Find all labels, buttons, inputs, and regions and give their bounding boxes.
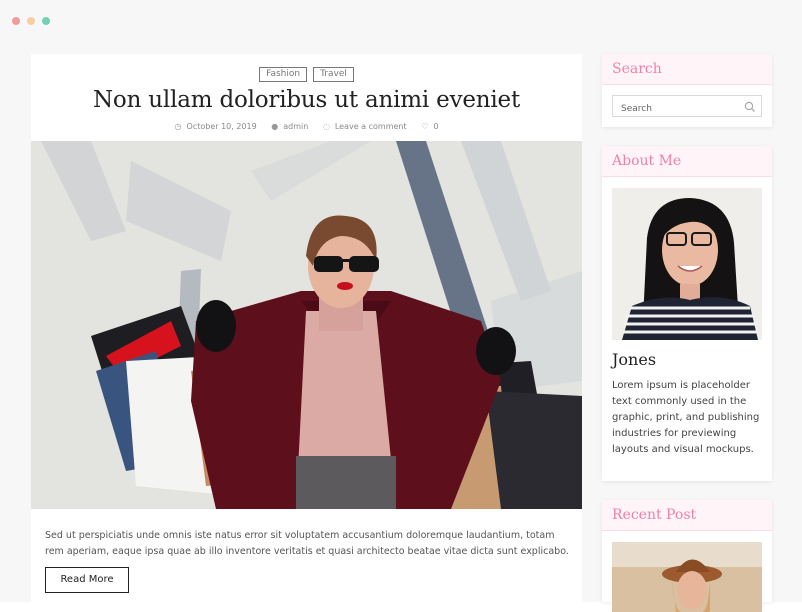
post-author[interactable]: ● admin: [268, 122, 311, 131]
post-comments[interactable]: ◌ Leave a comment: [320, 122, 410, 131]
post-likes-count: 0: [433, 122, 439, 131]
category-list: Fashion Travel: [31, 67, 582, 82]
about-avatar-image: [612, 188, 762, 340]
user-icon: ●: [271, 122, 279, 131]
woman-shopping-image: [31, 141, 582, 509]
search-button[interactable]: [743, 99, 757, 113]
close-dot[interactable]: [12, 17, 20, 25]
about-widget: About Me Jones Lorem ipsum is placeholde…: [602, 146, 772, 481]
about-widget-title: About Me: [602, 146, 772, 177]
maximize-dot[interactable]: [42, 17, 50, 25]
post-date[interactable]: ◷ October 10, 2019: [172, 122, 260, 131]
post-featured-image[interactable]: [31, 141, 582, 509]
window-titlebar: [0, 0, 802, 36]
post-excerpt: Sed ut perspiciatis unde omnis iste natu…: [45, 530, 569, 557]
read-more-button[interactable]: Read More: [45, 567, 129, 593]
about-name: Jones: [612, 350, 657, 369]
search-widget: Search: [602, 54, 772, 127]
comment-icon: ◌: [322, 122, 330, 131]
post-date-text: October 10, 2019: [186, 122, 257, 131]
clock-icon: ◷: [174, 122, 182, 131]
portrait-image: [612, 188, 762, 340]
blog-post: Fashion Travel Non ullam doloribus ut an…: [31, 54, 582, 602]
post-author-text: admin: [283, 122, 309, 131]
search-form: [612, 95, 762, 119]
search-icon: [744, 101, 755, 112]
browser-window: Fashion Travel Non ullam doloribus ut an…: [0, 0, 802, 612]
heart-icon: ♡: [421, 122, 429, 131]
post-title[interactable]: Non ullam doloribus ut animi eveniet: [31, 87, 582, 113]
post-likes[interactable]: ♡ 0: [418, 122, 441, 131]
search-input[interactable]: [619, 99, 743, 119]
minimize-dot[interactable]: [27, 17, 35, 25]
search-widget-title: Search: [602, 54, 772, 85]
category-tag-fashion[interactable]: Fashion: [259, 67, 308, 82]
post-comments-text: Leave a comment: [334, 122, 407, 131]
recent-post-widget-title: Recent Post: [602, 500, 772, 531]
about-description: Lorem ipsum is placeholder text commonly…: [612, 380, 760, 455]
recent-post-widget: Recent Post: [602, 500, 772, 612]
category-tag-travel[interactable]: Travel: [313, 67, 354, 82]
post-meta: ◷ October 10, 2019 ● admin ◌ Leave a commen…: [31, 122, 582, 131]
